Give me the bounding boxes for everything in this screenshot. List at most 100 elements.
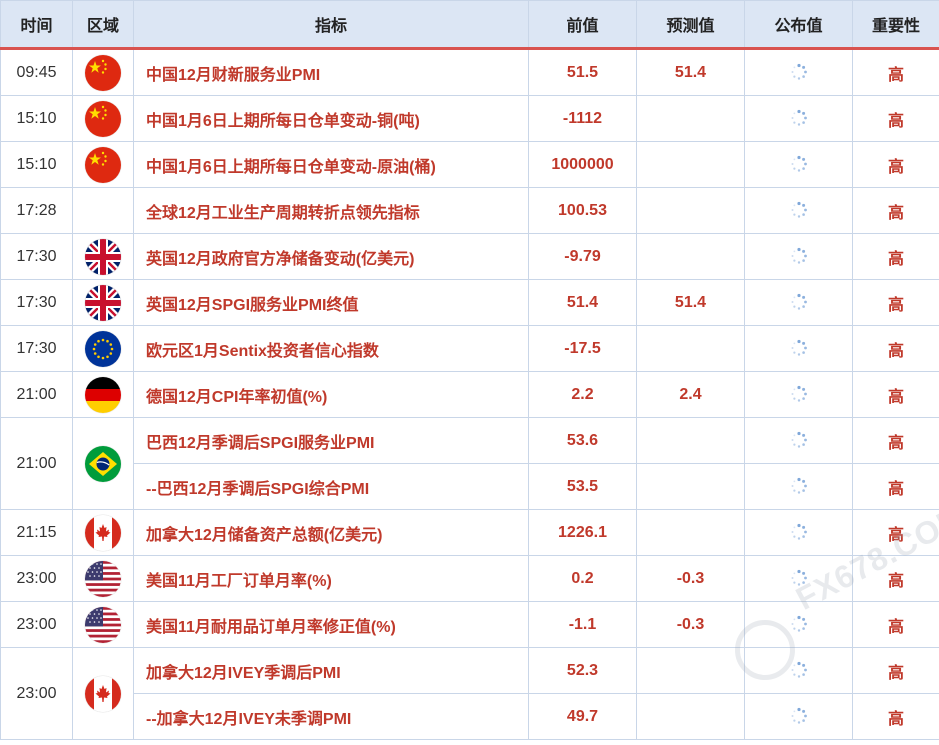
time-cell: 23:00 [0,647,73,740]
canada-flag-icon [85,514,121,551]
time-cell: 15:10 [0,141,73,188]
importance-cell: 高 [852,48,939,96]
china-flag-icon [85,100,121,137]
loading-spinner-icon [790,661,808,679]
actual-cell [744,647,853,694]
table-row: 21:00 德国12月CPI年率初值(%) 2.2 2.4 高 [0,371,939,418]
table-row: 21:15 加拿大12月储备资产总额(亿美元) 1226.1 高 [0,509,939,556]
importance-cell: 高 [852,555,939,602]
loading-spinner-icon [790,477,808,495]
region-cell [72,141,134,188]
table-row: 23:00 美国11月耐用品订单月率修正值(%) -1.1 -0.3 高 [0,601,939,648]
region-cell [72,555,134,602]
time-cell: 21:00 [0,371,73,418]
uk-flag-icon [85,238,121,275]
loading-spinner-icon [790,385,808,403]
table-row: 17:30 英国12月SPGI服务业PMI终值 51.4 51.4 高 [0,279,939,326]
actual-cell [744,417,853,464]
forecast-cell [636,647,745,694]
time-cell: 23:00 [0,601,73,648]
indicator-cell[interactable]: --巴西12月季调后SPGI综合PMI [133,463,529,510]
region-cell [72,647,134,740]
time-cell: 17:30 [0,279,73,326]
table-header-row: 时间 区域 指标 前值 预测值 公布值 重要性 [0,0,939,50]
actual-cell [744,325,853,372]
germany-flag-icon [85,376,121,413]
previous-cell: 2.2 [528,371,637,418]
forecast-cell: 51.4 [636,279,745,326]
indicator-cell[interactable]: 中国1月6日上期所每日仓单变动-铜(吨) [133,95,529,142]
forecast-cell [636,463,745,510]
time-cell: 17:30 [0,325,73,372]
time-cell: 17:30 [0,233,73,280]
canada-flag-icon [85,675,121,712]
table-row: 23:00 美国11月工厂订单月率(%) 0.2 -0.3 高 [0,555,939,602]
importance-cell: 高 [852,509,939,556]
indicator-cell[interactable]: 加拿大12月IVEY季调后PMI [133,647,529,694]
actual-cell [744,601,853,648]
importance-cell: 高 [852,141,939,188]
previous-cell: -1112 [528,95,637,142]
region-cell [72,187,134,234]
actual-cell [744,141,853,188]
table-row: 17:28 全球12月工业生产周期转折点领先指标 100.53 高 [0,187,939,234]
indicator-cell[interactable]: 美国11月耐用品订单月率修正值(%) [133,601,529,648]
indicator-cell[interactable]: 加拿大12月储备资产总额(亿美元) [133,509,529,556]
indicator-cell[interactable]: --加拿大12月IVEY未季调PMI [133,693,529,740]
previous-cell: 0.2 [528,555,637,602]
previous-cell: 53.6 [528,417,637,464]
indicator-cell[interactable]: 中国1月6日上期所每日仓单变动-原油(桶) [133,141,529,188]
time-cell: 17:28 [0,187,73,234]
time-cell: 15:10 [0,95,73,142]
indicator-cell[interactable]: 巴西12月季调后SPGI服务业PMI [133,417,529,464]
header-forecast: 预测值 [636,0,745,50]
previous-cell: 51.4 [528,279,637,326]
actual-cell [744,48,853,96]
table-row: --加拿大12月IVEY未季调PMI 49.7 高 [1,693,939,740]
indicator-cell[interactable]: 英国12月SPGI服务业PMI终值 [133,279,529,326]
indicator-cell[interactable]: 中国12月财新服务业PMI [133,48,529,96]
usa-flag-icon [85,606,121,643]
region-cell [72,417,134,510]
loading-spinner-icon [790,615,808,633]
forecast-cell [636,233,745,280]
table-row: 09:45 中国12月财新服务业PMI 51.5 51.4 高 [0,48,939,96]
loading-spinner-icon [790,293,808,311]
previous-cell: 51.5 [528,48,637,96]
indicator-cell[interactable]: 英国12月政府官方净储备变动(亿美元) [133,233,529,280]
indicator-cell[interactable]: 美国11月工厂订单月率(%) [133,555,529,602]
region-cell [72,601,134,648]
importance-cell: 高 [852,463,939,510]
indicator-cell[interactable]: 欧元区1月Sentix投资者信心指数 [133,325,529,372]
header-previous: 前值 [528,0,637,50]
table-row: 17:30 欧元区1月Sentix投资者信心指数 -17.5 高 [0,325,939,372]
previous-cell: 53.5 [528,463,637,510]
time-cell: 21:15 [0,509,73,556]
importance-cell: 高 [852,279,939,326]
region-cell [72,279,134,326]
previous-cell: -9.79 [528,233,637,280]
forecast-cell [636,187,745,234]
china-flag-icon [85,146,121,183]
forecast-cell [636,141,745,188]
previous-cell: 49.7 [528,693,637,740]
eu-flag-icon [85,330,121,367]
forecast-cell: 51.4 [636,48,745,96]
forecast-cell: -0.3 [636,601,745,648]
forecast-cell [636,417,745,464]
loading-spinner-icon [790,109,808,127]
header-time: 时间 [0,0,73,50]
header-importance: 重要性 [852,0,939,50]
region-cell [72,48,134,96]
indicator-cell[interactable]: 德国12月CPI年率初值(%) [133,371,529,418]
time-cell: 21:00 [0,417,73,510]
region-cell [72,509,134,556]
previous-cell: 100.53 [528,187,637,234]
importance-cell: 高 [852,95,939,142]
indicator-cell[interactable]: 全球12月工业生产周期转折点领先指标 [133,187,529,234]
uk-flag-icon [85,284,121,321]
actual-cell [744,463,853,510]
importance-cell: 高 [852,601,939,648]
actual-cell [744,279,853,326]
actual-cell [744,371,853,418]
